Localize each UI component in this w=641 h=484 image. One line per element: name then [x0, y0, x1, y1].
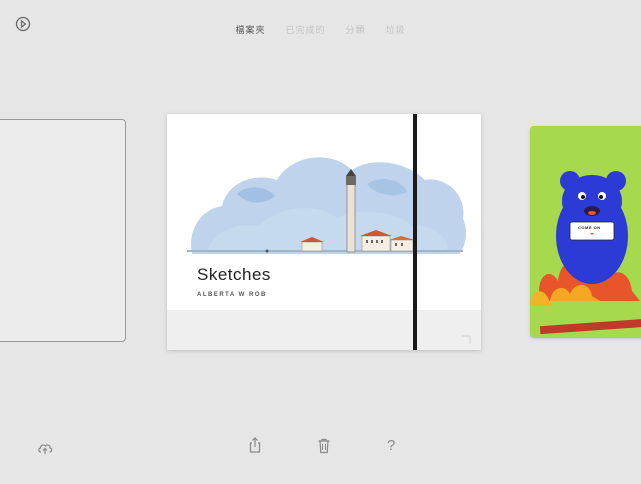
sketchbook-footer	[167, 310, 481, 350]
gallery-screen: 檔案夾 已完成的 分類 垃圾 Sketches ALBERTA W ROB CO…	[0, 0, 641, 484]
top-tabs: 檔案夾 已完成的 分類 垃圾	[0, 23, 641, 38]
share-icon[interactable]	[246, 436, 264, 454]
help-button[interactable]: ?	[387, 437, 395, 454]
tab-folders[interactable]: 檔案夾	[235, 23, 265, 38]
sketchbook-elastic-band	[413, 114, 417, 350]
tab-categories[interactable]: 分類	[346, 23, 366, 38]
trash-icon[interactable]	[315, 437, 333, 455]
sketchbook-cover-art	[167, 114, 481, 258]
page-corner-icon	[461, 332, 471, 344]
tab-trash[interactable]: 垃圾	[386, 23, 406, 38]
sign-text: COME ON	[578, 225, 601, 230]
sketchbook-card-next[interactable]: COME ON	[530, 126, 641, 338]
sketchbook-title: Sketches	[197, 265, 271, 284]
sketchbook-card-previous[interactable]	[0, 119, 126, 342]
sketchbook-card-sketches[interactable]: Sketches ALBERTA W ROB	[167, 114, 481, 350]
sketchbook-author: ALBERTA W ROB	[197, 292, 267, 298]
cloud-upload-icon[interactable]	[36, 439, 54, 457]
tab-completed[interactable]: 已完成的	[285, 23, 325, 38]
